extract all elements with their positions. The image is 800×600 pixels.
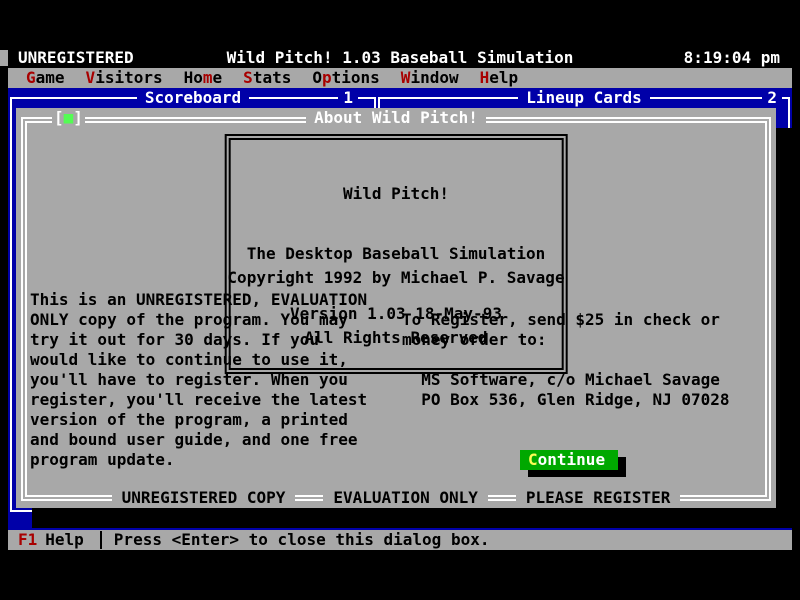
button-label: ontinue [538,450,605,469]
overscan-notch [0,50,8,66]
dialog-footer: UNREGISTERED COPY EVALUATION ONLY PLEASE… [16,488,776,508]
status-bar: F1 Help Press <Enter> to close this dial… [8,530,792,550]
app-title-bar: UNREGISTERED Wild Pitch! 1.03 Baseball S… [8,48,792,68]
footer-unregistered: UNREGISTERED COPY [112,488,296,508]
continue-button[interactable]: Continue [520,450,618,470]
status-message: Press <Enter> to close this dialog box. [114,530,490,550]
f1-key-label[interactable]: F1 [18,530,37,550]
menu-label: tions [332,68,380,87]
button-hotkey: C [528,450,538,469]
app-title: Wild Pitch! 1.03 Baseball Simulation [8,48,792,68]
menu-hotkey: V [86,68,96,87]
menu-label: Ho [184,68,203,87]
menu-item-window[interactable]: Window [401,68,459,88]
window-title-row: Lineup Cards [378,88,790,108]
close-icon: ■ [64,108,74,127]
menu-item-options[interactable]: Options [312,68,379,88]
menu-hotkey: G [26,68,36,87]
menu-hotkey: S [243,68,253,87]
window-title: Lineup Cards [518,88,650,107]
window-title: Scoreboard [137,88,249,107]
menu-label: tats [253,68,292,87]
status-separator [100,531,102,549]
window-title-row: Scoreboard [10,88,376,108]
menu-hotkey: p [322,68,332,87]
menu-item-stats[interactable]: Stats [243,68,291,88]
menu-item-game[interactable]: Game [26,68,65,88]
menu-label: O [312,68,322,87]
menu-label: isitors [95,68,162,87]
copyright-line: Copyright 1992 by Michael P. Savage [16,268,776,288]
menu-label: e [213,68,223,87]
menu-hotkey: W [401,68,411,87]
dialog-title: About Wild Pitch! [306,108,486,127]
footer-register: PLEASE REGISTER [516,488,681,508]
close-bracket: [ [54,108,64,127]
close-bracket: ] [73,108,83,127]
menu-item-home[interactable]: Home [184,68,223,88]
f1-help-label[interactable]: Help [45,530,84,550]
menu-label: elp [489,68,518,87]
dialog-title-row[interactable]: About Wild Pitch! [16,108,776,128]
window-number: 2 [762,88,782,108]
menu-hotkey: m [203,68,213,87]
menu-label: indow [410,68,458,87]
desktop: Scoreboard 1 Lineup Cards 2 About Wild P… [8,88,792,530]
menu-hotkey: H [480,68,490,87]
window-number: 1 [338,88,358,108]
clock: 8:19:04 pm [684,48,780,68]
menu-item-help[interactable]: Help [480,68,519,88]
menu-item-visitors[interactable]: Visitors [86,68,163,88]
footer-evaluation: EVALUATION ONLY [323,488,488,508]
menu-bar: Game Visitors Home Stats Options Window … [8,68,792,88]
program-name: Wild Pitch! [247,184,546,204]
close-button[interactable]: [■] [52,108,85,128]
evaluation-notice-text: This is an UNREGISTERED, EVALUATION ONLY… [30,290,367,470]
menu-label: ame [36,68,65,87]
about-dialog: About Wild Pitch! [■] Wild Pitch! The De… [16,108,776,508]
registration-info-text: To Register, send $25 in check or money … [402,310,730,410]
